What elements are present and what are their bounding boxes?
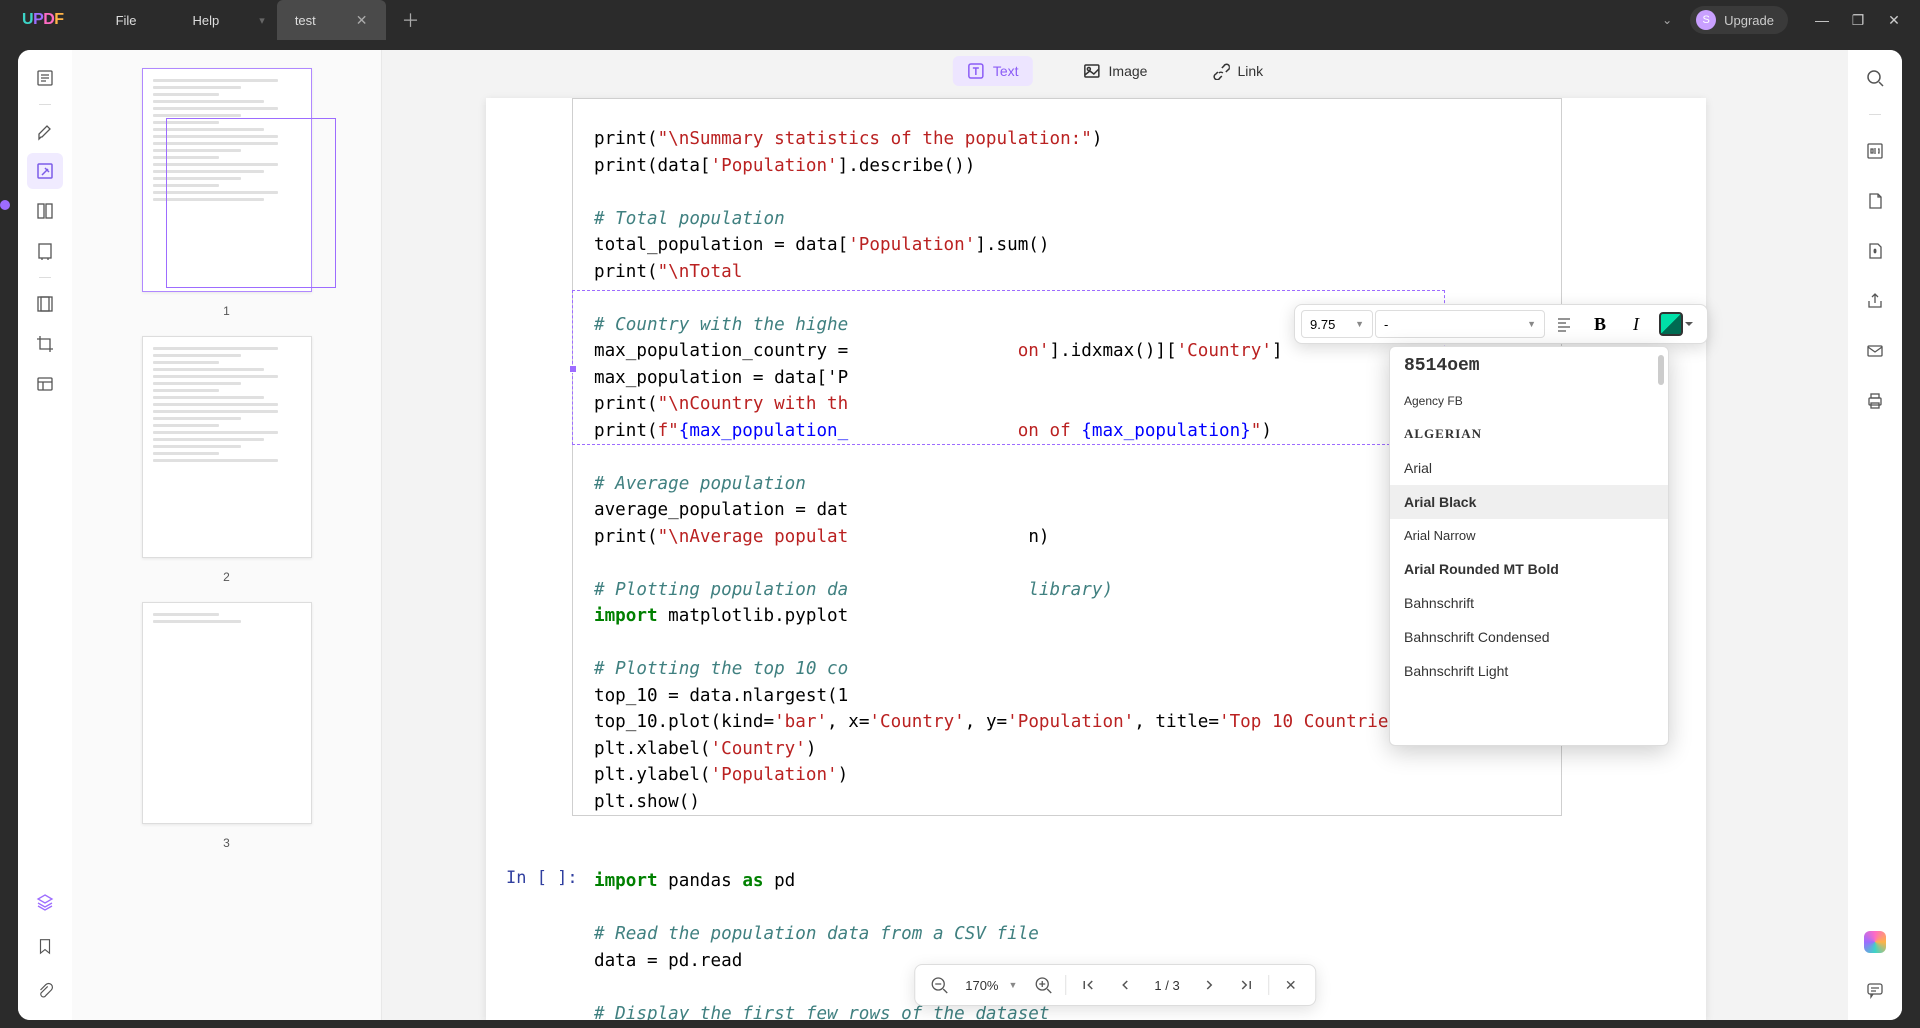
page-nav-toolbar: 170%▼ 1 / 3 ✕ <box>914 964 1316 1006</box>
font-option[interactable]: Arial Black <box>1390 485 1668 519</box>
bookmark-icon[interactable] <box>27 928 63 964</box>
menu-help[interactable]: Help <box>165 13 248 28</box>
chevron-down-icon: ▼ <box>1527 319 1536 329</box>
italic-button[interactable]: I <box>1619 310 1653 338</box>
left-rail <box>18 50 72 1020</box>
text-format-toolbar: 9.75▼ -▼ B I <box>1294 304 1708 344</box>
upgrade-button[interactable]: S Upgrade <box>1690 6 1788 34</box>
page-tools-icon[interactable] <box>27 233 63 269</box>
text-tool-button[interactable]: Text <box>953 56 1033 86</box>
tab-close-icon[interactable]: ✕ <box>356 12 368 29</box>
first-page-button[interactable] <box>1074 971 1102 999</box>
font-option[interactable]: Arial <box>1390 451 1668 485</box>
code-content: print("\nSummary statistics of the popul… <box>594 126 1473 815</box>
align-button[interactable] <box>1547 310 1581 338</box>
next-page-button[interactable] <box>1196 971 1224 999</box>
ocr-icon[interactable] <box>1857 133 1893 169</box>
ai-assistant-icon[interactable] <box>1857 924 1893 960</box>
chevron-down-icon: ▼ <box>1355 319 1364 329</box>
font-option[interactable]: ALGERIAN <box>1390 417 1668 451</box>
right-rail <box>1848 50 1902 1020</box>
share-icon[interactable] <box>1857 283 1893 319</box>
link-tool-button[interactable]: Link <box>1197 56 1277 86</box>
close-nav-button[interactable]: ✕ <box>1277 971 1305 999</box>
text-tool-icon <box>967 62 985 80</box>
forms-icon[interactable] <box>27 366 63 402</box>
annotate-icon[interactable] <box>27 113 63 149</box>
zoom-level[interactable]: 170%▼ <box>961 978 1021 993</box>
titlebar: UPDF File Help ▾ test ✕ ＋ ⌄ S Upgrade — … <box>0 0 1920 40</box>
attachment-icon[interactable] <box>27 972 63 1008</box>
tabs-overflow-icon[interactable]: ⌄ <box>1662 13 1672 27</box>
font-option[interactable]: Arial Rounded MT Bold <box>1390 552 1668 586</box>
tab-title: test <box>295 13 316 28</box>
page-thumbnail-1[interactable] <box>142 68 312 292</box>
zoom-out-button[interactable] <box>925 971 953 999</box>
link-tool-icon <box>1211 62 1229 80</box>
font-option[interactable]: Agency FB <box>1390 385 1668 417</box>
text-color-button[interactable] <box>1655 312 1701 336</box>
maximize-button[interactable]: ❐ <box>1840 6 1876 34</box>
page-thumbnail-2[interactable] <box>142 336 312 558</box>
color-swatch-icon <box>1659 312 1683 336</box>
new-tab-button[interactable]: ＋ <box>402 7 420 33</box>
crop-icon[interactable] <box>27 326 63 362</box>
font-size-input[interactable]: 9.75▼ <box>1301 310 1373 338</box>
font-option[interactable]: Bahnschrift <box>1390 586 1668 620</box>
cell-prompt: In [ ]: <box>506 868 578 888</box>
image-tool-button[interactable]: Image <box>1069 56 1162 86</box>
minimize-button[interactable]: — <box>1804 6 1840 34</box>
bold-button[interactable]: B <box>1583 310 1617 338</box>
prev-page-button[interactable] <box>1110 971 1138 999</box>
workspace: 1 2 3 Text Image Link <box>18 50 1902 1020</box>
edge-indicator <box>0 200 10 210</box>
close-window-button[interactable]: ✕ <box>1876 6 1912 34</box>
last-page-button[interactable] <box>1232 971 1260 999</box>
page-thumbnail-3[interactable] <box>142 602 312 824</box>
dropdown-scrollbar[interactable] <box>1658 355 1664 385</box>
thumb-num-2: 2 <box>223 570 230 584</box>
font-dropdown: 8514oem Agency FB ALGERIAN Arial Arial B… <box>1389 346 1669 746</box>
edit-pdf-icon[interactable] <box>27 153 63 189</box>
redact-icon[interactable] <box>27 286 63 322</box>
edit-toolbar: Text Image Link <box>953 56 1277 86</box>
font-option[interactable]: 8514oem <box>1390 347 1668 385</box>
upgrade-label: Upgrade <box>1724 13 1774 28</box>
font-option[interactable]: Bahnschrift Condensed <box>1390 620 1668 654</box>
app-logo: UPDF <box>22 11 64 29</box>
link-tool-label: Link <box>1237 63 1263 79</box>
compress-icon[interactable] <box>1857 233 1893 269</box>
chat-icon[interactable] <box>1857 972 1893 1008</box>
user-avatar: S <box>1696 10 1716 30</box>
font-option[interactable]: Bahnschrift Light <box>1390 654 1668 688</box>
document-tab[interactable]: test ✕ <box>277 0 386 40</box>
text-tool-label: Text <box>993 63 1019 79</box>
layers-icon[interactable] <box>27 884 63 920</box>
zoom-in-button[interactable] <box>1029 971 1057 999</box>
menu-file[interactable]: File <box>88 13 165 28</box>
font-family-select[interactable]: -▼ <box>1375 310 1545 338</box>
image-tool-icon <box>1083 62 1101 80</box>
tab-separator: ▾ <box>259 14 265 27</box>
organize-icon[interactable] <box>27 193 63 229</box>
chevron-down-icon: ▼ <box>1008 980 1017 990</box>
reader-mode-icon[interactable] <box>27 60 63 96</box>
thumbnail-panel: 1 2 3 <box>72 50 382 1020</box>
search-icon[interactable] <box>1857 60 1893 96</box>
thumb-num-3: 3 <box>223 836 230 850</box>
email-icon[interactable] <box>1857 333 1893 369</box>
image-tool-label: Image <box>1109 63 1148 79</box>
page-indicator[interactable]: 1 / 3 <box>1146 978 1187 993</box>
font-option[interactable]: Arial Narrow <box>1390 519 1668 552</box>
thumb-num-1: 1 <box>223 304 230 318</box>
main-canvas: Text Image Link print("\nSummary statist… <box>382 50 1848 1020</box>
convert-icon[interactable] <box>1857 183 1893 219</box>
print-icon[interactable] <box>1857 383 1893 419</box>
